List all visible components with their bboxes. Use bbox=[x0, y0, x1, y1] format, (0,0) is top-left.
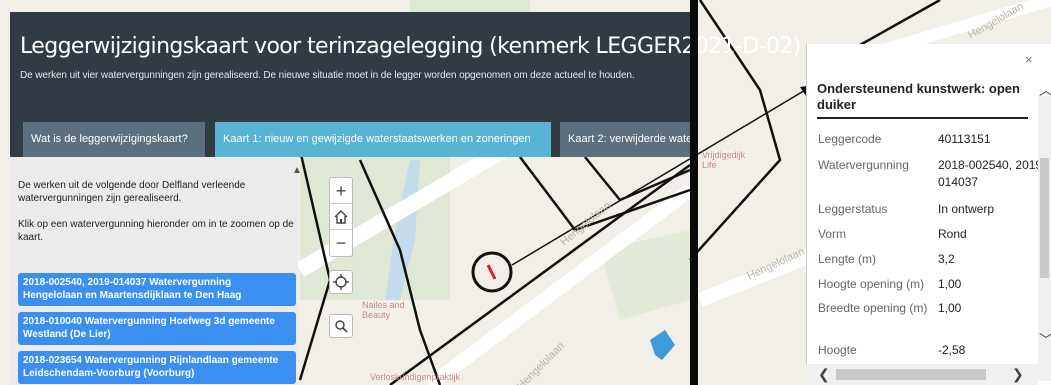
property-label: Leggercode bbox=[818, 132, 882, 146]
home-button[interactable] bbox=[330, 204, 352, 230]
page-title: Leggerwijzigingskaart voor terinzagelegg… bbox=[20, 34, 801, 59]
property-label: Watervergunning bbox=[818, 158, 909, 172]
locate-button[interactable] bbox=[329, 270, 353, 294]
popup-close-button[interactable]: × bbox=[1025, 52, 1033, 67]
property-label: Breedte opening (m) bbox=[818, 301, 928, 315]
search-icon bbox=[335, 320, 348, 333]
poi-label: Nailes and Beauty bbox=[362, 300, 405, 320]
panel-instruction: Klik op een watervergunning hieronder om… bbox=[18, 219, 294, 243]
panel-intro: De werken uit de volgende door Delfland … bbox=[18, 180, 246, 204]
property-value: -2,58 bbox=[938, 343, 966, 357]
water-area bbox=[650, 330, 675, 360]
permit-button[interactable]: 2018-023654 Watervergunning Rijnlandlaan… bbox=[18, 351, 296, 384]
permit-button[interactable]: 2018-002540, 2019-014037 Watervergunning… bbox=[18, 273, 296, 306]
scroll-up-icon[interactable]: ︿ bbox=[1039, 80, 1051, 100]
crosshair-icon bbox=[333, 274, 349, 290]
home-icon bbox=[334, 210, 348, 224]
tab-bar: Wat is de leggerwijzigingskaart? Kaart 1… bbox=[23, 122, 693, 157]
scrollbar-thumb[interactable] bbox=[836, 369, 986, 380]
app-header: Leggerwijzigingskaart voor terinzagelegg… bbox=[10, 12, 801, 157]
scroll-left-icon[interactable]: ❮ bbox=[818, 366, 830, 383]
side-panel: De werken uit de volgende door Delfland … bbox=[10, 157, 298, 385]
split-divider[interactable] bbox=[690, 0, 698, 385]
tab-kaart-1[interactable]: Kaart 1: nieuw en gewijzigde waterstaats… bbox=[215, 122, 551, 157]
poi-label: Vrijdigedijk Life bbox=[702, 150, 746, 170]
property-value: 1,00 bbox=[938, 277, 962, 291]
zoom-control: + − bbox=[329, 177, 353, 257]
property-value: In ontwerp bbox=[938, 202, 995, 216]
tab-info[interactable]: Wat is de leggerwijzigingskaart? bbox=[23, 122, 205, 157]
zoom-in-button[interactable]: + bbox=[330, 178, 352, 204]
property-label: Hoogte opening (m) bbox=[818, 277, 925, 291]
popup-title: Ondersteunend kunstwerk: open duiker bbox=[817, 81, 1020, 112]
property-label: Leggerstatus bbox=[818, 202, 888, 216]
property-value: 2018-002540, 2019-014037 bbox=[938, 158, 1047, 189]
popup-divider bbox=[817, 117, 1028, 119]
permit-button[interactable]: 2018-010040 Watervergunning Hoefweg 3d g… bbox=[18, 312, 296, 345]
property-label: Lengte (m) bbox=[818, 252, 877, 266]
property-value: 3,2 bbox=[938, 252, 955, 266]
property-value: 40113151 bbox=[938, 132, 991, 146]
tab-kaart-2[interactable]: Kaart 2: verwijderde waterstaatswerken bbox=[560, 122, 693, 157]
legger-line bbox=[519, 156, 691, 232]
property-label: Hoogte bbox=[818, 343, 857, 357]
scroll-down-icon[interactable]: ﹀ bbox=[1039, 330, 1051, 350]
scroll-right-icon[interactable]: ❯ bbox=[1012, 366, 1024, 383]
zoom-out-button[interactable]: − bbox=[330, 230, 352, 256]
popup-horizontal-scrollbar[interactable] bbox=[806, 364, 1038, 385]
selected-feature-marker bbox=[486, 264, 497, 280]
property-value: Rond bbox=[938, 227, 967, 241]
search-button[interactable] bbox=[329, 314, 353, 338]
property-label: Vorm bbox=[818, 227, 847, 241]
panel-scroll-up-icon[interactable]: ▲ bbox=[292, 165, 302, 176]
property-value: 1,00 bbox=[938, 301, 962, 315]
page-subtitle: De werken uit vier watervergunningen zij… bbox=[20, 70, 635, 81]
scrollbar-thumb[interactable] bbox=[1040, 158, 1049, 278]
poi-label: Verloskundigenpraktijk bbox=[370, 372, 461, 382]
